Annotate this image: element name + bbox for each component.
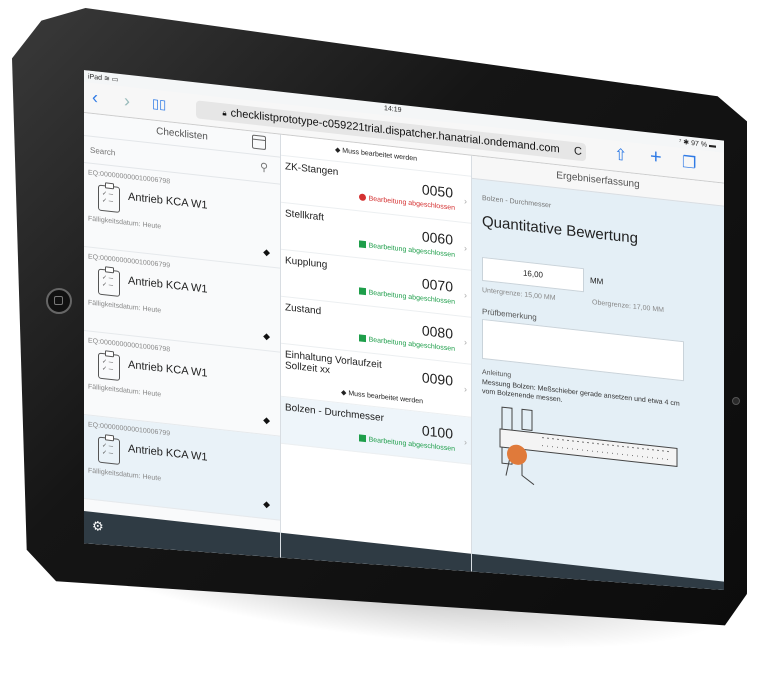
remark-textarea[interactable] <box>482 318 684 382</box>
operation-number: 0080 <box>421 322 453 342</box>
due-date: Fälligkeitsdatum: Heute <box>88 383 162 399</box>
clipboard-icon <box>98 352 120 381</box>
equipment-id: EQ:000000000010006799 <box>88 253 171 270</box>
due-date: Fälligkeitsdatum: Heute <box>88 467 162 483</box>
result-pane: Ergebniserfassung Bolzen - Durchmesser Q… <box>472 155 724 590</box>
camera-icon <box>732 397 740 405</box>
due-date: Fälligkeitsdatum: Heute <box>88 299 162 315</box>
chevron-left-icon[interactable]: ‹ <box>92 87 98 108</box>
caliper-image <box>499 406 678 486</box>
status-square-icon <box>358 334 366 343</box>
lock-icon: 🔒︎ <box>222 108 227 118</box>
operations-pane: ◆ Muss bearbeitet werden ZK-Stangen 0050… <box>281 134 472 590</box>
operation-number: 0100 <box>421 422 453 442</box>
share-icon[interactable]: ⇧ <box>614 145 627 166</box>
clipboard-icon <box>98 184 120 213</box>
chevron-right-icon[interactable]: › <box>124 90 130 111</box>
chevron-right-icon: › <box>464 242 467 254</box>
chevron-right-icon: › <box>464 383 467 395</box>
must-diamond-icon: ◆ <box>263 246 270 258</box>
calendar-icon[interactable] <box>252 134 266 151</box>
plus-icon[interactable]: + <box>650 145 662 169</box>
upper-limit: Obergrenze: 17,00 MM <box>592 299 664 315</box>
clock: 14:19 <box>384 105 402 115</box>
chevron-right-icon: › <box>464 336 467 348</box>
page-title: Quantitative Bewertung <box>482 212 638 248</box>
book-icon[interactable]: ▯▯ <box>152 95 166 115</box>
operation-number: 0090 <box>421 369 453 389</box>
operation-number: 0050 <box>421 181 453 201</box>
checklist-name: Antrieb KCA W1 <box>128 274 208 296</box>
equipment-id: EQ:000000000010006798 <box>88 169 171 186</box>
chevron-right-icon: › <box>464 436 467 448</box>
gear-icon[interactable]: ⚙ <box>92 518 104 535</box>
status-square-icon <box>358 434 366 443</box>
checklist-name: Antrieb KCA W1 <box>128 442 208 464</box>
operation-number: 0070 <box>421 275 453 295</box>
clipboard-icon <box>98 268 120 297</box>
checklist-name: Antrieb KCA W1 <box>128 190 208 212</box>
checklist-name: Antrieb KCA W1 <box>128 358 208 380</box>
status-square-icon <box>358 240 366 249</box>
must-diamond-icon: ◆ <box>263 330 270 342</box>
status-square-icon <box>358 287 366 296</box>
limits: Untergrenze: 15,00 MM Obergrenze: 17,00 … <box>482 286 664 314</box>
screen: iPad ≋ ▭ 14:19 ⁷ ✱ 97 % ▬ ‹ › ▯▯ 🔒︎ check… <box>84 70 724 590</box>
value-input[interactable]: 16,00 <box>482 256 584 293</box>
status-dot-icon <box>358 193 366 202</box>
operation-number: 0060 <box>421 228 453 248</box>
reload-icon[interactable]: C <box>574 145 582 158</box>
checklist-title: Checklisten <box>156 125 208 143</box>
must-note: ◆ Muss bearbeitet werden <box>341 389 424 406</box>
lower-limit: Untergrenze: 15,00 MM <box>482 286 556 303</box>
due-date: Fälligkeitsdatum: Heute <box>88 215 162 231</box>
search-icon[interactable]: ⚲ <box>260 160 268 174</box>
checklist-pane: Checklisten ⚲ EQ:000000000010006798 Antr… <box>84 113 281 590</box>
operation-name: Einhaltung Vorlaufzeit Sollzeit xx <box>285 349 382 377</box>
chevron-right-icon: › <box>464 195 467 207</box>
clipboard-icon <box>98 436 120 465</box>
equipment-id: EQ:000000000010006798 <box>88 337 171 354</box>
unit-label: MM <box>590 275 604 287</box>
must-diamond-icon: ◆ <box>263 414 270 426</box>
must-diamond-icon: ◆ <box>263 498 270 510</box>
home-square-icon <box>54 296 63 305</box>
equipment-id: EQ:000000000010006799 <box>88 421 171 438</box>
breadcrumb: Bolzen - Durchmesser <box>482 194 552 210</box>
home-button[interactable] <box>46 288 72 314</box>
chevron-right-icon: › <box>464 289 467 301</box>
tabs-icon[interactable]: ❐ <box>682 152 696 174</box>
